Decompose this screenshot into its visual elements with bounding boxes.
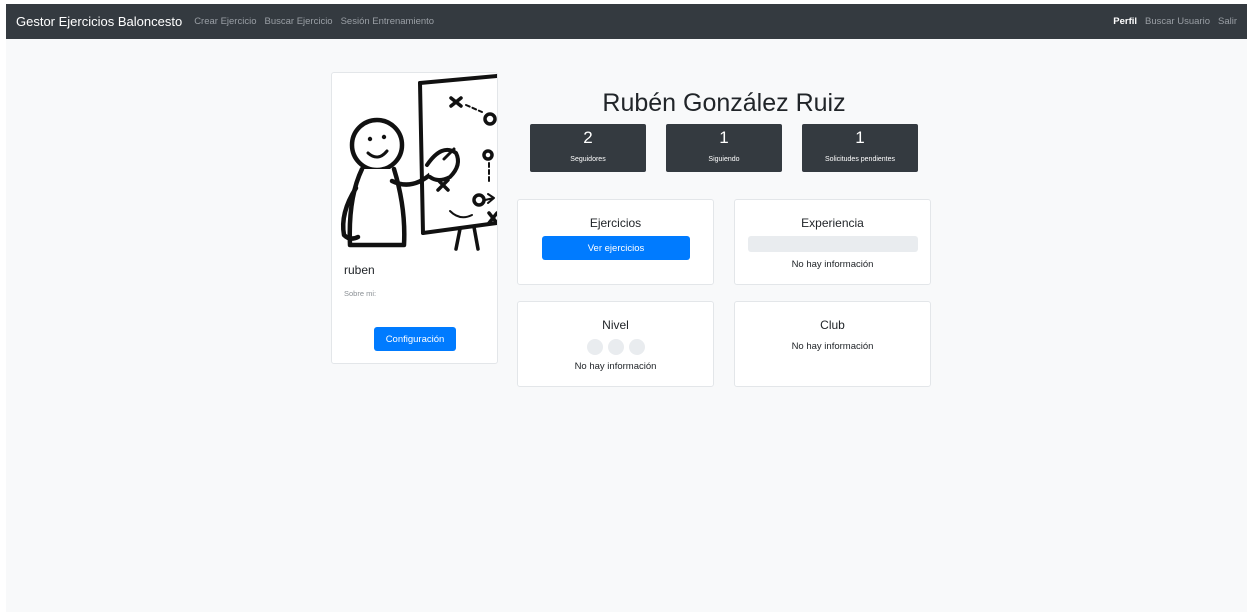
stat-followers[interactable]: 2 Seguidores [530,124,646,172]
nav-perfil[interactable]: Perfil [1113,16,1137,27]
username: ruben [344,263,375,277]
stat-followers-label: Seguidores [570,156,606,163]
card-ejercicios: Ejercicios Ver ejercicios [517,199,714,285]
card-nivel: Nivel No hay información [517,301,714,387]
club-no-info: No hay información [791,341,874,352]
card-ejercicios-title: Ejercicios [589,216,642,230]
stat-following-count: 1 [719,128,729,147]
coach-whiteboard-illustration-icon [341,74,497,251]
nav-sesion-entrenamiento[interactable]: Sesión Entrenamiento [341,16,434,27]
stat-pending-label: Solicitudes pendientes [824,156,896,163]
nav-buscar-usuario[interactable]: Buscar Usuario [1145,16,1210,27]
level-dot [628,339,645,355]
page-frame: Gestor Ejercicios Baloncesto Crear Ejerc… [6,4,1247,612]
card-nivel-title: Nivel [602,318,629,332]
brand-link[interactable]: Gestor Ejercicios Baloncesto [16,14,182,29]
card-experiencia: Experiencia No hay información [734,199,931,285]
level-indicator [518,339,713,355]
user-full-name: Rubén González Ruiz [602,89,846,117]
stat-following[interactable]: 1 Siguiendo [666,124,782,172]
view-exercises-button[interactable]: Ver ejercicios [542,236,690,260]
stat-pending-requests[interactable]: 1 Solicitudes pendientes [802,124,918,172]
top-navbar: Gestor Ejercicios Baloncesto Crear Ejerc… [6,4,1247,39]
about-label: Sobre mi: [344,289,377,298]
settings-button[interactable]: Configuración [374,327,456,351]
experience-progress-bar [748,236,918,252]
avatar [332,73,497,251]
stat-following-label: Siguiendo [708,156,740,163]
nav-buscar-ejercicio[interactable]: Buscar Ejercicio [264,16,332,27]
level-dot [607,339,624,355]
experiencia-no-info: No hay información [791,259,874,270]
nav-right-group: Perfil Buscar Usuario Salir [1105,16,1237,27]
card-experiencia-title: Experiencia [801,216,864,230]
card-club: Club No hay información [734,301,931,387]
profile-card: ruben Sobre mi: Configuración [331,72,498,364]
stat-followers-count: 2 [583,128,593,147]
nivel-no-info: No hay información [574,361,657,372]
card-club-title: Club [820,318,845,332]
nav-salir[interactable]: Salir [1218,16,1237,27]
stat-pending-count: 1 [855,128,865,147]
nav-crear-ejercicio[interactable]: Crear Ejercicio [194,16,256,27]
level-dot [586,339,603,355]
